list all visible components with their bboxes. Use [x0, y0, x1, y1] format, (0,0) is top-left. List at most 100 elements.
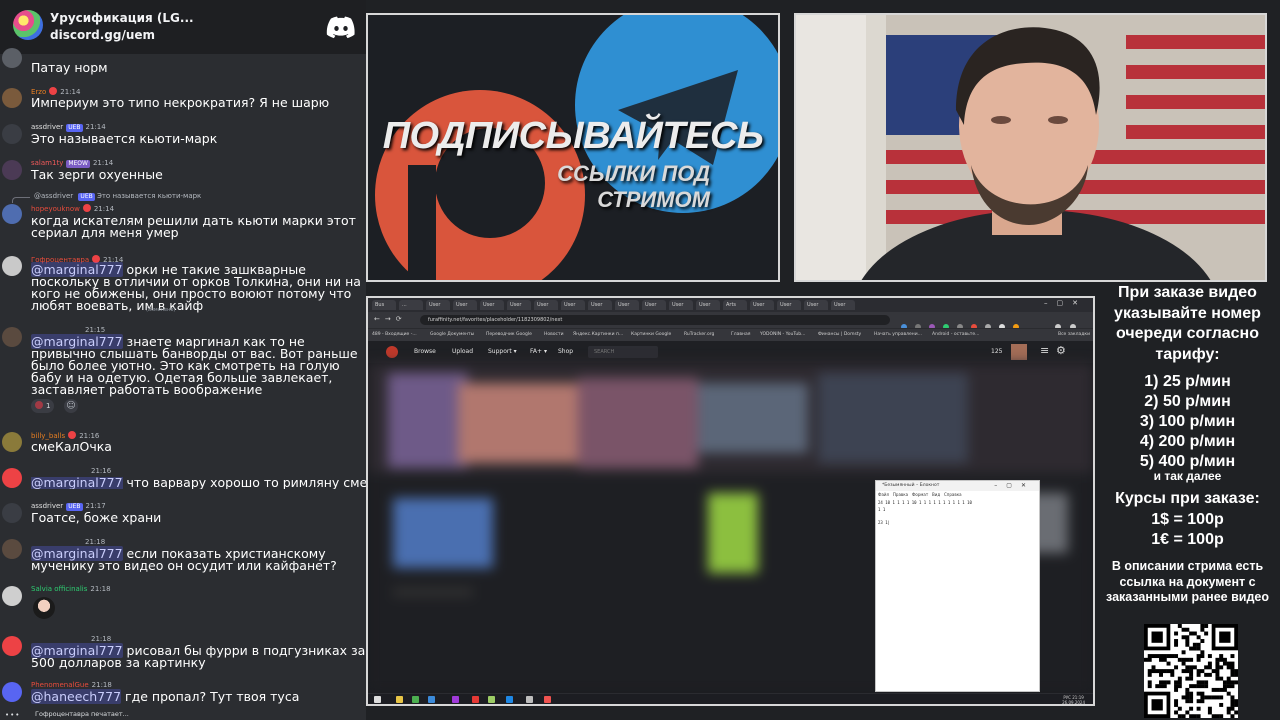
browser-tab[interactable]: User	[561, 300, 585, 310]
author-name[interactable]: Salvia officinalis	[31, 585, 87, 593]
tariff-item: 3) 100 р/мин	[1139, 413, 1236, 430]
start-button-icon[interactable]	[374, 696, 381, 703]
timestamp: 21:18	[85, 538, 106, 546]
user-avatar[interactable]	[1011, 344, 1027, 360]
settings-gear-icon[interactable]: ⚙	[1056, 344, 1066, 357]
browser-tab[interactable]: User	[777, 300, 801, 310]
browser-tab[interactable]: User	[507, 300, 531, 310]
menu-help[interactable]: Справка	[944, 492, 962, 497]
avatar	[2, 160, 22, 180]
nav-arrows-icon[interactable]: ←→⟳	[374, 315, 407, 323]
notification-count[interactable]: 125	[991, 348, 1002, 355]
browser-tab[interactable]: User	[642, 300, 666, 310]
notepad-line[interactable]: 23 1|	[878, 520, 890, 525]
bookmark-item[interactable]: Картинки Google	[631, 331, 671, 339]
taskbar-app-icon[interactable]	[506, 696, 513, 703]
menu-file[interactable]: Файл	[878, 492, 889, 497]
author-name[interactable]: assdriver	[31, 502, 63, 510]
reaction-chip[interactable]: 1	[31, 399, 55, 413]
add-reaction-icon[interactable]: ☺	[64, 399, 78, 413]
bookmark-item[interactable]: 489 - Входящие -...	[372, 331, 417, 339]
timestamp: 21:14	[93, 205, 115, 213]
avatar	[2, 636, 22, 656]
notepad-line[interactable]: 1 1	[878, 507, 885, 512]
author-name[interactable]: PhenomenalGue	[31, 681, 89, 689]
browser-tab[interactable]: ...	[399, 300, 423, 310]
bookmark-item[interactable]: Главная	[731, 331, 750, 339]
taskbar-app-icon[interactable]	[488, 696, 495, 703]
browser-tab[interactable]: User	[615, 300, 639, 310]
browser-tab[interactable]: User	[588, 300, 612, 310]
author-name[interactable]: hopeyouknow	[31, 205, 80, 213]
window-controls[interactable]: –▢✕	[1044, 299, 1087, 307]
extension-icons[interactable]	[898, 316, 1088, 330]
bookmark-item[interactable]: YODONIN - YouTub...	[760, 331, 805, 339]
browser-tab[interactable]: User	[453, 300, 477, 310]
stream-layout: Урусификация (LG... discord.gg/uem Патау…	[0, 0, 1280, 720]
menu-edit[interactable]: Правка	[893, 492, 908, 497]
avatar	[2, 48, 22, 68]
edited-label: (изменено)	[146, 307, 176, 313]
browser-tab[interactable]: User	[669, 300, 693, 310]
taskbar-app-icon[interactable]	[526, 696, 533, 703]
all-bookmarks-link[interactable]: Все закладки	[1058, 331, 1090, 339]
taskbar-app-icon[interactable]	[428, 696, 435, 703]
address-bar[interactable]: furaffinity.net/favorites/placeholder/11…	[420, 315, 890, 325]
message-text: Это называется кьюти-марк	[31, 131, 218, 146]
browser-tab[interactable]: Arts	[723, 300, 747, 310]
browser-tab[interactable]: User	[750, 300, 774, 310]
server-invite-link[interactable]: discord.gg/uem	[50, 28, 155, 42]
browser-tab[interactable]: User	[804, 300, 828, 310]
menu-icon[interactable]: ≡	[1040, 344, 1049, 357]
taskbar-app-icon[interactable]	[452, 696, 459, 703]
nav-browse[interactable]: Browse	[414, 348, 436, 356]
menu-format[interactable]: Формат	[912, 492, 928, 497]
browser-tab[interactable]: User	[696, 300, 720, 310]
taskbar-app-icon[interactable]	[544, 696, 551, 703]
browser-tab[interactable]: User	[480, 300, 504, 310]
nav-upload[interactable]: Upload	[452, 348, 473, 356]
bookmark-item[interactable]: Финансы | Domsty	[818, 331, 861, 339]
nav-faplus[interactable]: FA+ ▾	[530, 348, 547, 356]
notepad-window[interactable]: *Безымянный – Блокнот –▢✕ Файл Правка Фо…	[875, 480, 1040, 692]
bookmark-item[interactable]: Яндекс.Картинки п...	[573, 331, 623, 339]
reaction-emoji-icon	[35, 401, 43, 409]
bookmark-item[interactable]: Новости	[544, 331, 564, 339]
message-text: Империум это типо некрократия? Я не шарю	[31, 95, 330, 110]
bookmark-item[interactable]: Android - оставьте...	[932, 331, 979, 339]
browser-tab[interactable]: User	[534, 300, 558, 310]
timestamp: 21:14	[85, 123, 106, 131]
tariff-list: 1) 25 р/мин 2) 50 р/мин 3) 100 р/мин 4) …	[1095, 372, 1280, 472]
browser-tab[interactable]: User	[831, 300, 855, 310]
notepad-window-controls[interactable]: –▢✕	[994, 481, 1035, 491]
avatar	[2, 468, 22, 488]
author-name[interactable]: salam1ty	[31, 159, 63, 167]
taskbar-app-icon[interactable]	[396, 696, 403, 703]
menu-view[interactable]: Вид	[932, 492, 940, 497]
timestamp: 21:16	[91, 467, 112, 475]
avatar	[2, 88, 22, 108]
user-mention[interactable]: @haneech777	[31, 689, 122, 704]
live-badge-icon	[68, 431, 77, 439]
bookmark-item[interactable]: RuTracker.org	[684, 331, 714, 339]
browser-tab-bar: Bus... User User User User User User User User Us…	[368, 298, 1093, 312]
user-mention[interactable]: @marginal777	[31, 477, 123, 489]
bookmark-item[interactable]: Переводчик Google	[486, 331, 532, 339]
timestamp: 21:18	[90, 585, 111, 593]
timestamp: 21:18	[91, 681, 112, 689]
bookmark-item[interactable]: Начать управлени...	[874, 331, 922, 339]
browser-tab[interactable]: User	[426, 300, 450, 310]
taskbar-app-icon[interactable]	[472, 696, 479, 703]
nav-support[interactable]: Support ▾	[488, 348, 517, 356]
reply-preview[interactable]: @assdriver UEB Это называется кьюти-марк	[34, 192, 201, 201]
bookmark-item[interactable]: Google Документы	[430, 331, 474, 339]
system-tray[interactable]: РУС 21:19 26.09.2024	[1062, 695, 1085, 704]
taskbar-app-icon[interactable]	[412, 696, 419, 703]
site-logo-icon[interactable]	[386, 346, 398, 358]
author-name[interactable]: assdriver	[31, 123, 63, 131]
timestamp: 21:14	[92, 159, 114, 167]
site-search-input[interactable]: SEARCH	[588, 346, 658, 358]
notepad-line[interactable]: 24 10 1 1 1 1 10 1 1 1 1 1 1 1 1 1 1 10	[878, 500, 972, 505]
browser-tab[interactable]: Bus	[372, 300, 396, 310]
nav-shop[interactable]: Shop	[558, 348, 573, 356]
